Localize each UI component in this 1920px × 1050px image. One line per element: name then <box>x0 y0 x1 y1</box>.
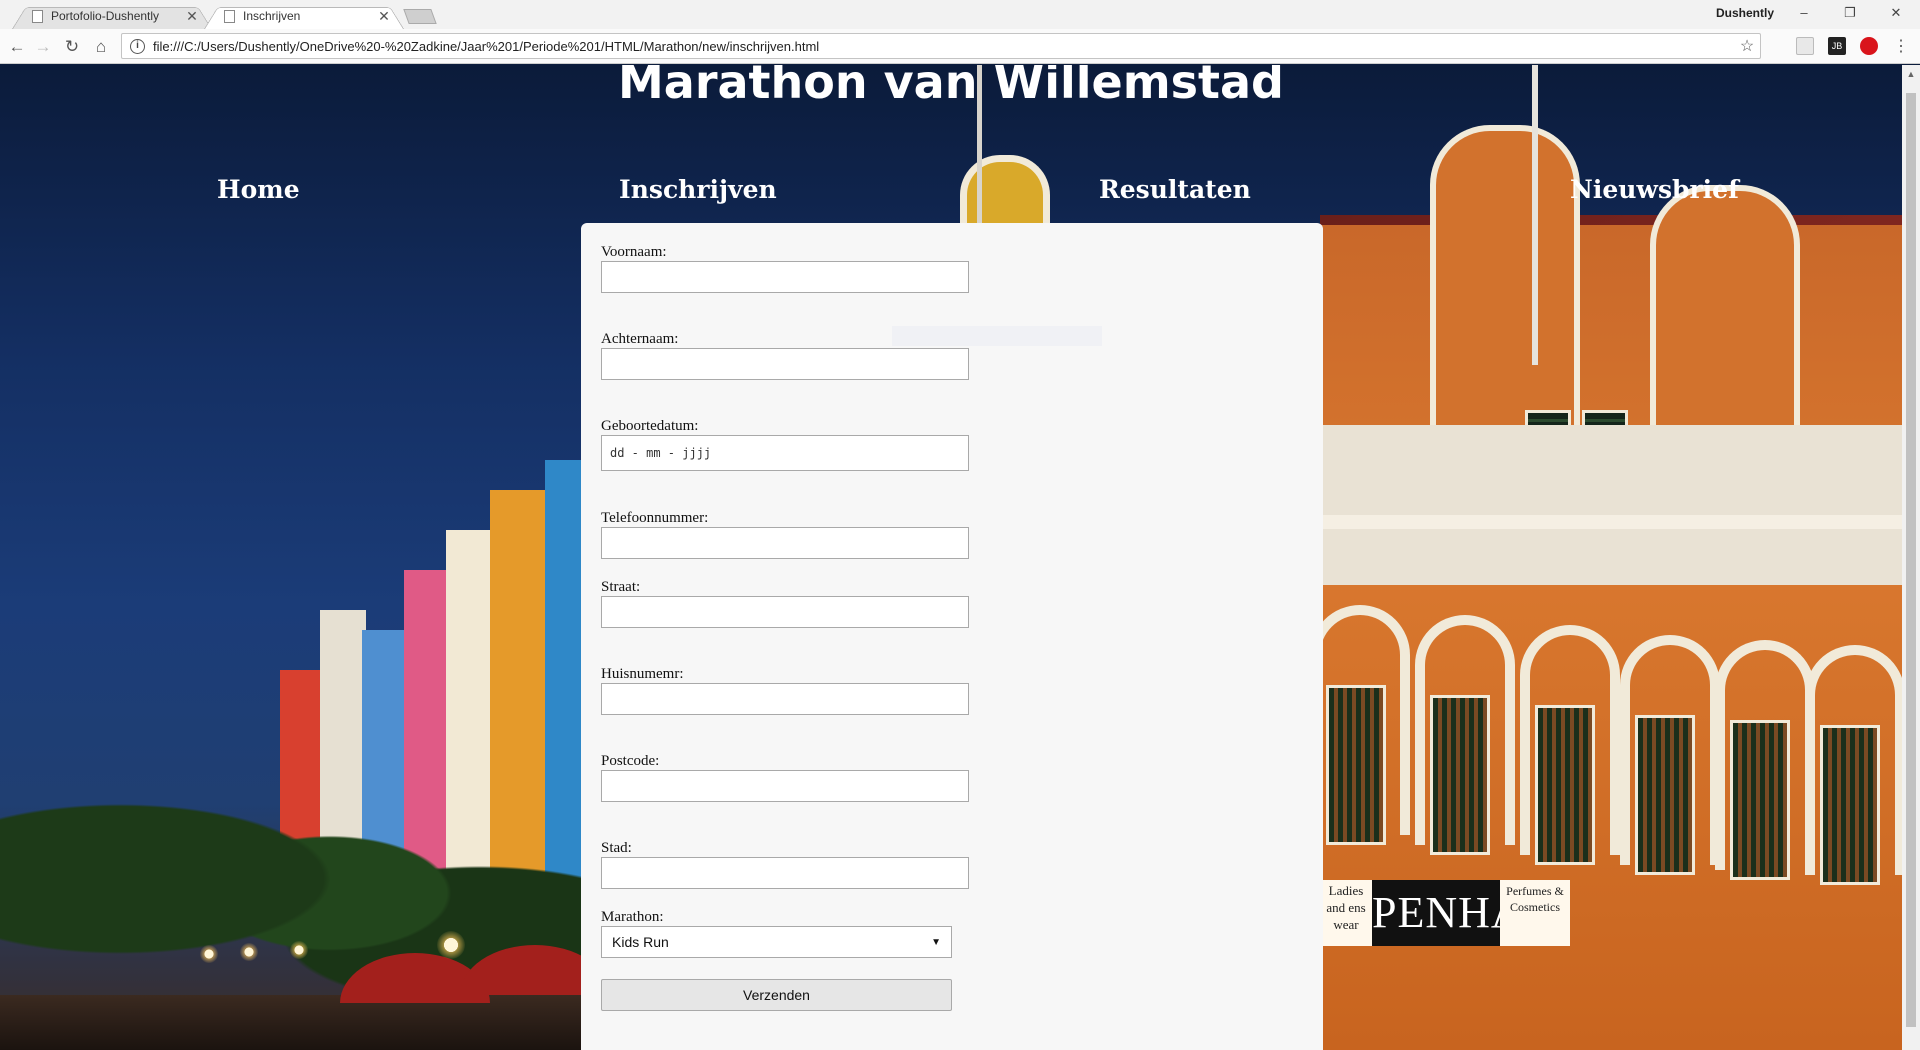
info-icon[interactable]: i <box>130 38 145 54</box>
star-icon[interactable]: ☆ <box>1734 36 1760 56</box>
faint-overlay <box>892 326 1102 346</box>
label-voornaam: Voornaam: <box>601 244 667 260</box>
voornaam-input[interactable] <box>601 261 969 293</box>
marathon-select[interactable]: Kids Run ▼ <box>601 926 952 958</box>
achternaam-input[interactable] <box>601 348 969 380</box>
telefoonnummer-input[interactable] <box>601 527 969 559</box>
restore-icon[interactable]: ❐ <box>1830 3 1870 23</box>
nav-home[interactable]: Home <box>217 175 300 204</box>
label-postcode: Postcode: <box>601 753 660 769</box>
scrollbar[interactable]: ▲ <box>1902 65 1920 1050</box>
page-icon <box>224 9 235 23</box>
nav-nieuwsbrief[interactable]: Nieuwsbrief <box>1570 175 1739 204</box>
forward-icon[interactable]: → <box>32 36 54 58</box>
label-straat: Straat: <box>601 579 641 595</box>
minimize-icon[interactable]: – <box>1784 3 1824 23</box>
dropdown-arrow-icon: ▼ <box>931 936 941 948</box>
close-icon[interactable]: ✕ <box>376 8 392 25</box>
shop-sign: Ladies and ens wear <box>1320 880 1372 946</box>
label-huisnummer: Huisnumemr: <box>601 666 684 682</box>
shop-sign: Perfumes & Cosmetics <box>1500 880 1570 946</box>
label-telefoonnummer: Telefoonnummer: <box>601 510 709 526</box>
browser-toolbar: ← → ↻ ⌂ i file:///C:/Users/Dushently/One… <box>0 29 1920 64</box>
page-icon <box>32 9 43 23</box>
extension-icon[interactable] <box>1796 37 1814 55</box>
label-marathon: Marathon: <box>601 909 664 925</box>
submit-button[interactable]: Verzenden <box>601 979 952 1011</box>
huisnummer-input[interactable] <box>601 683 969 715</box>
extension-icon[interactable] <box>1860 37 1878 55</box>
kebab-menu-icon[interactable]: ⋮ <box>1890 36 1912 58</box>
main-nav: Home Inschrijven Resultaten Nieuwsbrief <box>0 175 1902 225</box>
stad-input[interactable] <box>601 857 969 889</box>
site-title: Marathon van Willemstad <box>618 65 1284 109</box>
close-window-icon[interactable]: ✕ <box>1876 3 1916 23</box>
back-icon[interactable]: ← <box>6 36 28 58</box>
label-geboortedatum: Geboortedatum: <box>601 418 699 434</box>
browser-tab-bar: Portofolio-Dushently ✕ Inschrijven ✕ Dus… <box>0 0 1920 29</box>
label-achternaam: Achternaam: <box>601 331 679 347</box>
page-viewport: Ladies and ens wear PENHA Perfumes & Cos… <box>0 65 1902 1050</box>
geboortedatum-input[interactable]: dd - mm - jjjj <box>601 435 969 471</box>
tab-title: Inschrijven <box>243 9 301 23</box>
close-icon[interactable]: ✕ <box>184 8 200 25</box>
registration-form: Voornaam: Achternaam: Geboortedatum: dd … <box>581 223 1323 1050</box>
extension-icon[interactable]: JB <box>1828 37 1846 55</box>
reload-icon[interactable]: ↻ <box>61 36 83 58</box>
scroll-up-icon[interactable]: ▲ <box>1902 65 1920 83</box>
marathon-selected-value: Kids Run <box>612 934 669 950</box>
postcode-input[interactable] <box>601 770 969 802</box>
street <box>0 995 600 1050</box>
penha-sign: PENHA <box>1372 880 1523 946</box>
tab-inschrijven[interactable]: Inschrijven ✕ <box>204 3 404 29</box>
url-text[interactable]: file:///C:/Users/Dushently/OneDrive%20-%… <box>153 39 1734 54</box>
tab-title: Portofolio-Dushently <box>51 9 160 23</box>
home-icon[interactable]: ⌂ <box>90 36 112 58</box>
tab-portfolio[interactable]: Portofolio-Dushently ✕ <box>12 3 212 29</box>
straat-input[interactable] <box>601 596 969 628</box>
profile-button[interactable]: Dushently <box>1716 6 1774 20</box>
new-tab-button[interactable] <box>403 9 437 24</box>
scroll-thumb[interactable] <box>1906 93 1916 1027</box>
nav-inschrijven[interactable]: Inschrijven <box>619 175 777 204</box>
address-bar[interactable]: i file:///C:/Users/Dushently/OneDrive%20… <box>121 33 1761 59</box>
label-stad: Stad: <box>601 840 632 856</box>
nav-resultaten[interactable]: Resultaten <box>1099 175 1251 204</box>
